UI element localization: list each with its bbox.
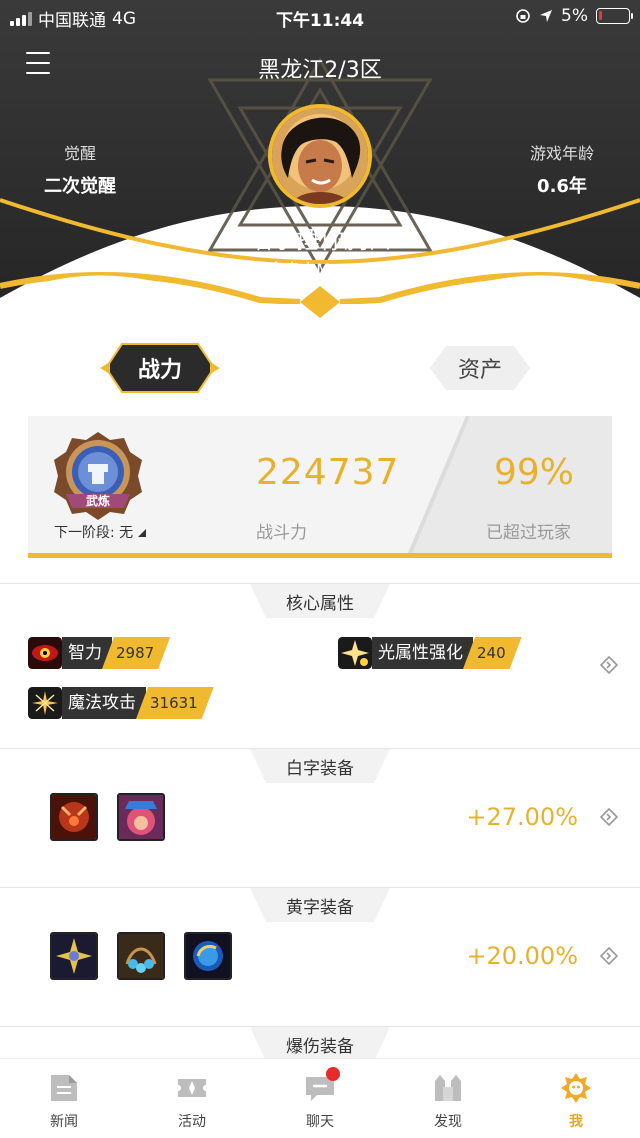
combat-power-value: 224737	[256, 452, 400, 493]
diamond-arrow-icon[interactable]	[600, 947, 618, 965]
nav-item-activity[interactable]: 活动	[128, 1059, 256, 1138]
battery-icon	[596, 8, 633, 24]
diamond-arrow-icon[interactable]	[600, 808, 618, 826]
rank-percent-value: 99%	[494, 452, 575, 493]
nav-item-discover[interactable]: 发现	[384, 1059, 512, 1138]
game-age-value: 0.6年	[537, 176, 587, 197]
character-info: Lv.90丨念皇丨M a x ☆Family	[209, 260, 431, 279]
badge-text: 武炼	[86, 493, 110, 508]
magic-attack-icon	[28, 687, 62, 719]
battery-percent: 5%	[561, 6, 588, 26]
star-flower-equip-icon	[52, 934, 96, 978]
power-card-accent-bar	[28, 553, 612, 558]
section-title-crit-equip: 爆伤装备	[286, 1036, 354, 1057]
eye-icon	[28, 637, 62, 669]
section-tag-crit-equip: 爆伤装备	[250, 1027, 390, 1061]
nav-item-chat[interactable]: 聊天	[256, 1059, 384, 1138]
blue-orb-equip-icon	[186, 934, 230, 978]
pink-hair-equip-icon	[119, 795, 163, 839]
section-title-core: 核心属性	[286, 593, 354, 614]
status-bar: 中国联通 4G 下午11:44 5%	[0, 0, 640, 34]
equip-slot[interactable]	[50, 932, 98, 980]
nav-item-me[interactable]: 我	[512, 1059, 640, 1138]
rotation-lock-icon	[516, 9, 530, 23]
nav-label: 新闻	[50, 1114, 78, 1130]
nav-label: 我	[569, 1114, 583, 1130]
tab-power-label: 战力	[137, 358, 182, 383]
nav-label: 发现	[434, 1114, 462, 1130]
attr-name: 魔法攻击	[62, 687, 146, 719]
attr-value: 31631	[136, 687, 214, 719]
awaken-block: 觉醒 二次觉醒	[30, 140, 130, 198]
nav-label: 聊天	[306, 1114, 334, 1130]
blue-gem-equip-icon	[119, 934, 163, 978]
combat-power-label: 战斗力	[256, 523, 307, 543]
attr-magic-attack: 魔法攻击 31631	[28, 686, 214, 720]
yellow-equip-percent: +20.00%	[466, 942, 578, 970]
rank-percent-label: 已超过玩家	[486, 523, 571, 543]
light-element-icon	[338, 637, 372, 669]
red-demon-equip-icon	[52, 795, 96, 839]
activity-icon	[178, 1079, 206, 1097]
game-age-block: 游戏年龄 0.6年	[512, 140, 612, 198]
tab-power[interactable]: 战力	[100, 342, 220, 394]
awaken-label: 觉醒	[63, 144, 96, 163]
section-title-yellow-equip: 黄字装备	[286, 897, 354, 918]
diamond-arrow-icon[interactable]	[600, 656, 618, 674]
white-equip-percent: +27.00%	[466, 803, 578, 831]
nav-label: 活动	[178, 1114, 206, 1130]
avatar[interactable]	[268, 104, 372, 208]
section-tag-core: 核心属性	[250, 584, 390, 618]
discover-icon	[435, 1075, 461, 1101]
attr-name: 光属性强化	[372, 637, 473, 669]
chat-notification-badge	[326, 1067, 340, 1081]
section-tag-yellow-equip: 黄字装备	[250, 888, 390, 922]
server-title: 黑龙江2/3区	[258, 58, 382, 83]
game-age-label: 游戏年龄	[529, 144, 594, 163]
corner-arrow-icon	[137, 529, 146, 537]
location-icon	[540, 10, 553, 22]
character-portrait-icon	[272, 108, 368, 204]
next-stage-text: 下一阶段: 无	[54, 525, 134, 541]
next-stage[interactable]: 下一阶段: 无	[54, 522, 146, 542]
attr-light-element: 光属性强化 240	[338, 636, 522, 670]
me-icon	[561, 1073, 591, 1103]
martial-training-badge-icon: 武炼	[54, 432, 142, 520]
equip-slot[interactable]	[117, 793, 165, 841]
section-title-white-equip: 白字装备	[286, 758, 354, 779]
profile-header: 中国联通 4G 下午11:44 5% 黑龙江2/3区 觉醒 二次觉醒 游戏年龄	[0, 0, 640, 320]
tab-assets-label: 资产	[457, 358, 502, 383]
equip-slot[interactable]	[117, 932, 165, 980]
section-tag-white-equip: 白字装备	[250, 749, 390, 783]
tab-assets[interactable]: 资产	[428, 342, 532, 394]
character-name: 喵拳捶你胸口	[248, 226, 392, 254]
equip-slot[interactable]	[184, 932, 232, 980]
power-card: 武炼 下一阶段: 无 224737 战斗力 99% 已超过玩家	[28, 416, 612, 558]
bottom-nav: 新闻 活动 聊天 发现 我	[0, 1058, 640, 1138]
news-icon	[51, 1075, 77, 1101]
status-right: 5%	[515, 6, 633, 26]
attr-intelligence: 智力 2987	[28, 636, 170, 670]
attr-value: 2987	[102, 637, 170, 669]
equip-slot[interactable]	[50, 793, 98, 841]
awaken-value: 二次觉醒	[44, 176, 116, 197]
nav-item-news[interactable]: 新闻	[0, 1059, 128, 1138]
